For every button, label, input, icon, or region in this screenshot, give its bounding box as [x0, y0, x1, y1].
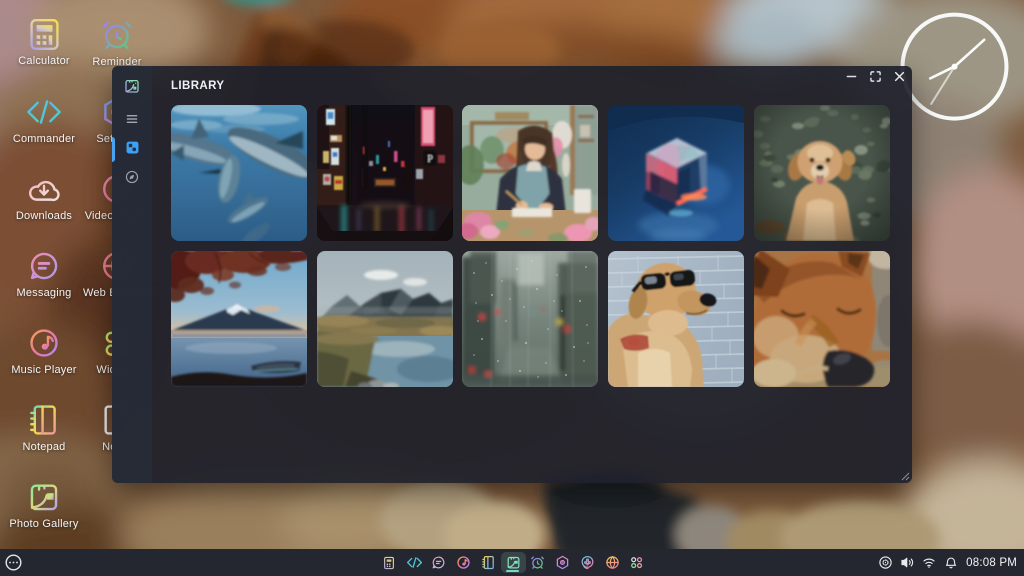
svg-text:P: P — [427, 154, 433, 165]
